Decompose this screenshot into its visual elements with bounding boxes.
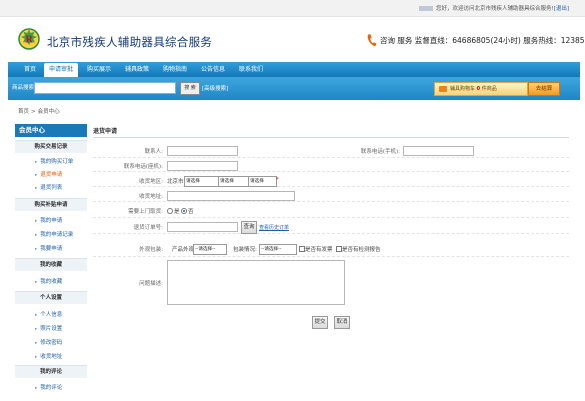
advanced-search-link[interactable]: [高级搜索]	[202, 84, 228, 92]
nav-policy[interactable]: 辅具政策	[120, 62, 154, 77]
sidebar-group-settings: 个人设置	[15, 291, 87, 304]
cart-count: 0	[476, 86, 481, 92]
region-select-1[interactable]: 请选择	[184, 176, 219, 187]
cart-summary[interactable]: 辅具购物车 0 件商品	[434, 82, 528, 96]
report-label: 是否有检测报告	[342, 247, 381, 253]
contact-phone-label: 联系电话(手机):	[360, 149, 400, 155]
sidebar-item-return-request[interactable]: 退货申请	[35, 170, 62, 178]
breadcrumb-current: 会员中心	[37, 109, 60, 115]
sidebar-item-change-password[interactable]: 修改密码	[35, 338, 62, 346]
logout-link[interactable]: [退出]	[554, 6, 569, 12]
form-row-pickup	[93, 203, 569, 218]
region-select-3[interactable]: 请选择	[248, 176, 277, 187]
order-number-label: 退货订单号:	[133, 225, 163, 231]
form-row-address	[93, 187, 569, 202]
form-row-landline	[93, 158, 569, 172]
pickup-no-label: 否	[188, 209, 194, 215]
checkout-button[interactable]: 去结算	[528, 82, 560, 96]
region-label: 收货地区:	[139, 179, 163, 185]
nav-apply-approval[interactable]: 申请审批	[44, 63, 78, 77]
nav-contact[interactable]: 联系我们	[234, 62, 268, 77]
site-title: 北京市残疾人辅助器具综合服务	[47, 35, 213, 49]
nav-purchase-display[interactable]: 购买展示	[82, 62, 116, 77]
landline-input[interactable]	[167, 161, 238, 171]
region-prefix: 北京市	[167, 179, 184, 185]
contact-phone-input[interactable]	[403, 146, 474, 156]
pickup-yes-radio[interactable]	[167, 208, 173, 214]
sidebar-item-my-applications[interactable]: 我的申请	[35, 216, 62, 224]
nav-shopping-guide[interactable]: 购物指南	[158, 62, 192, 77]
pickup-no-radio[interactable]	[181, 208, 187, 214]
product-appearance-select[interactable]: --请选择--	[193, 244, 227, 255]
sidebar-item-shipping-address[interactable]: 收货地址	[35, 352, 62, 360]
nav-announcements[interactable]: 公告信息	[196, 62, 230, 77]
form-title-divider	[93, 137, 569, 138]
sidebar-group-reviews: 我的评论	[15, 365, 87, 378]
search-input[interactable]	[34, 82, 176, 94]
contact-label: 联系人:	[144, 149, 163, 155]
breadcrumb: 首页 > 会员中心	[18, 107, 60, 115]
member-sidebar: 会员中心 购买交易记录 我的购买订单 退货申请 退货列表 购买补贴申请 我的申请…	[15, 124, 87, 401]
required-mark: *	[276, 177, 279, 183]
submit-button[interactable]: 提交	[312, 316, 328, 329]
landline-label: 联系电话(座机):	[123, 164, 163, 170]
appearance-label: 外观包装:	[139, 247, 163, 253]
sidebar-item-my-favorites[interactable]: 我的收藏	[35, 277, 62, 285]
sidebar-item-return-list[interactable]: 退货列表	[35, 183, 62, 191]
search-button[interactable]: 搜 索	[180, 82, 200, 95]
problem-description-textarea[interactable]	[167, 260, 345, 305]
svg-text:R: R	[25, 36, 33, 46]
view-history-orders-link[interactable]: 查看历史订单	[259, 224, 289, 231]
main-nav: 首页 申请审批 购买展示 辅具政策 购物指南 公告信息 联系我们	[8, 62, 580, 77]
username-redacted	[418, 6, 433, 11]
site-logo-icon[interactable]: R	[18, 28, 40, 50]
sidebar-item-personal-info[interactable]: 个人信息	[35, 310, 62, 318]
nav-home[interactable]: 首页	[18, 62, 42, 77]
problem-description-label: 问题描述:	[139, 281, 163, 287]
address-input[interactable]	[167, 191, 295, 201]
sidebar-group-subsidy: 购买补贴申请	[15, 198, 87, 211]
form-row-region	[93, 172, 569, 187]
form-title: 退货申请	[93, 128, 118, 135]
package-label: 包装情况:	[233, 247, 257, 253]
pickup-label: 需要上门取货:	[128, 209, 163, 215]
sidebar-item-apply-now[interactable]: 我要申请	[35, 244, 62, 252]
contact-input[interactable]	[167, 146, 238, 156]
search-label: 商品搜索:	[12, 85, 36, 91]
sidebar-group-purchase-records: 购买交易记录	[15, 140, 87, 153]
breadcrumb-home[interactable]: 首页	[18, 109, 29, 115]
cart-label: 辅具购物车	[450, 86, 476, 92]
sidebar-title: 会员中心	[15, 124, 87, 137]
order-number-input[interactable]	[167, 222, 238, 232]
sidebar-item-my-reviews[interactable]: 我的评论	[35, 383, 62, 391]
pickup-yes-label: 是	[174, 209, 180, 215]
phone-icon	[367, 34, 377, 47]
sidebar-group-favorites: 我的收藏	[15, 258, 87, 271]
region-select-2[interactable]: 请选择	[218, 176, 250, 187]
hotline-info: 咨询 服务 监督直线：64686805(24小时) 服务热线：12385	[380, 36, 585, 45]
address-label: 收货地址:	[139, 194, 163, 200]
cart-icon	[439, 85, 447, 92]
sidebar-item-photo-settings[interactable]: 照片设置	[35, 324, 62, 332]
form-row-order	[93, 218, 569, 234]
welcome-message: 您好，欢迎访问北京市残疾人辅助器具综合服务![退出]	[418, 4, 569, 12]
sidebar-item-my-orders[interactable]: 我的购买订单	[35, 157, 73, 165]
breadcrumb-separator: >	[31, 109, 36, 115]
cart-suffix: 件商品	[481, 86, 497, 92]
welcome-text: 您好，欢迎访问北京市残疾人辅助器具综合服务!	[435, 6, 554, 12]
sidebar-item-application-records[interactable]: 我的申请记录	[35, 230, 73, 238]
invoice-label: 是否有发票	[305, 247, 333, 253]
cancel-button[interactable]: 取消	[334, 316, 350, 329]
query-button[interactable]: 查询	[241, 221, 257, 234]
package-select[interactable]: --请选择--	[259, 244, 297, 255]
